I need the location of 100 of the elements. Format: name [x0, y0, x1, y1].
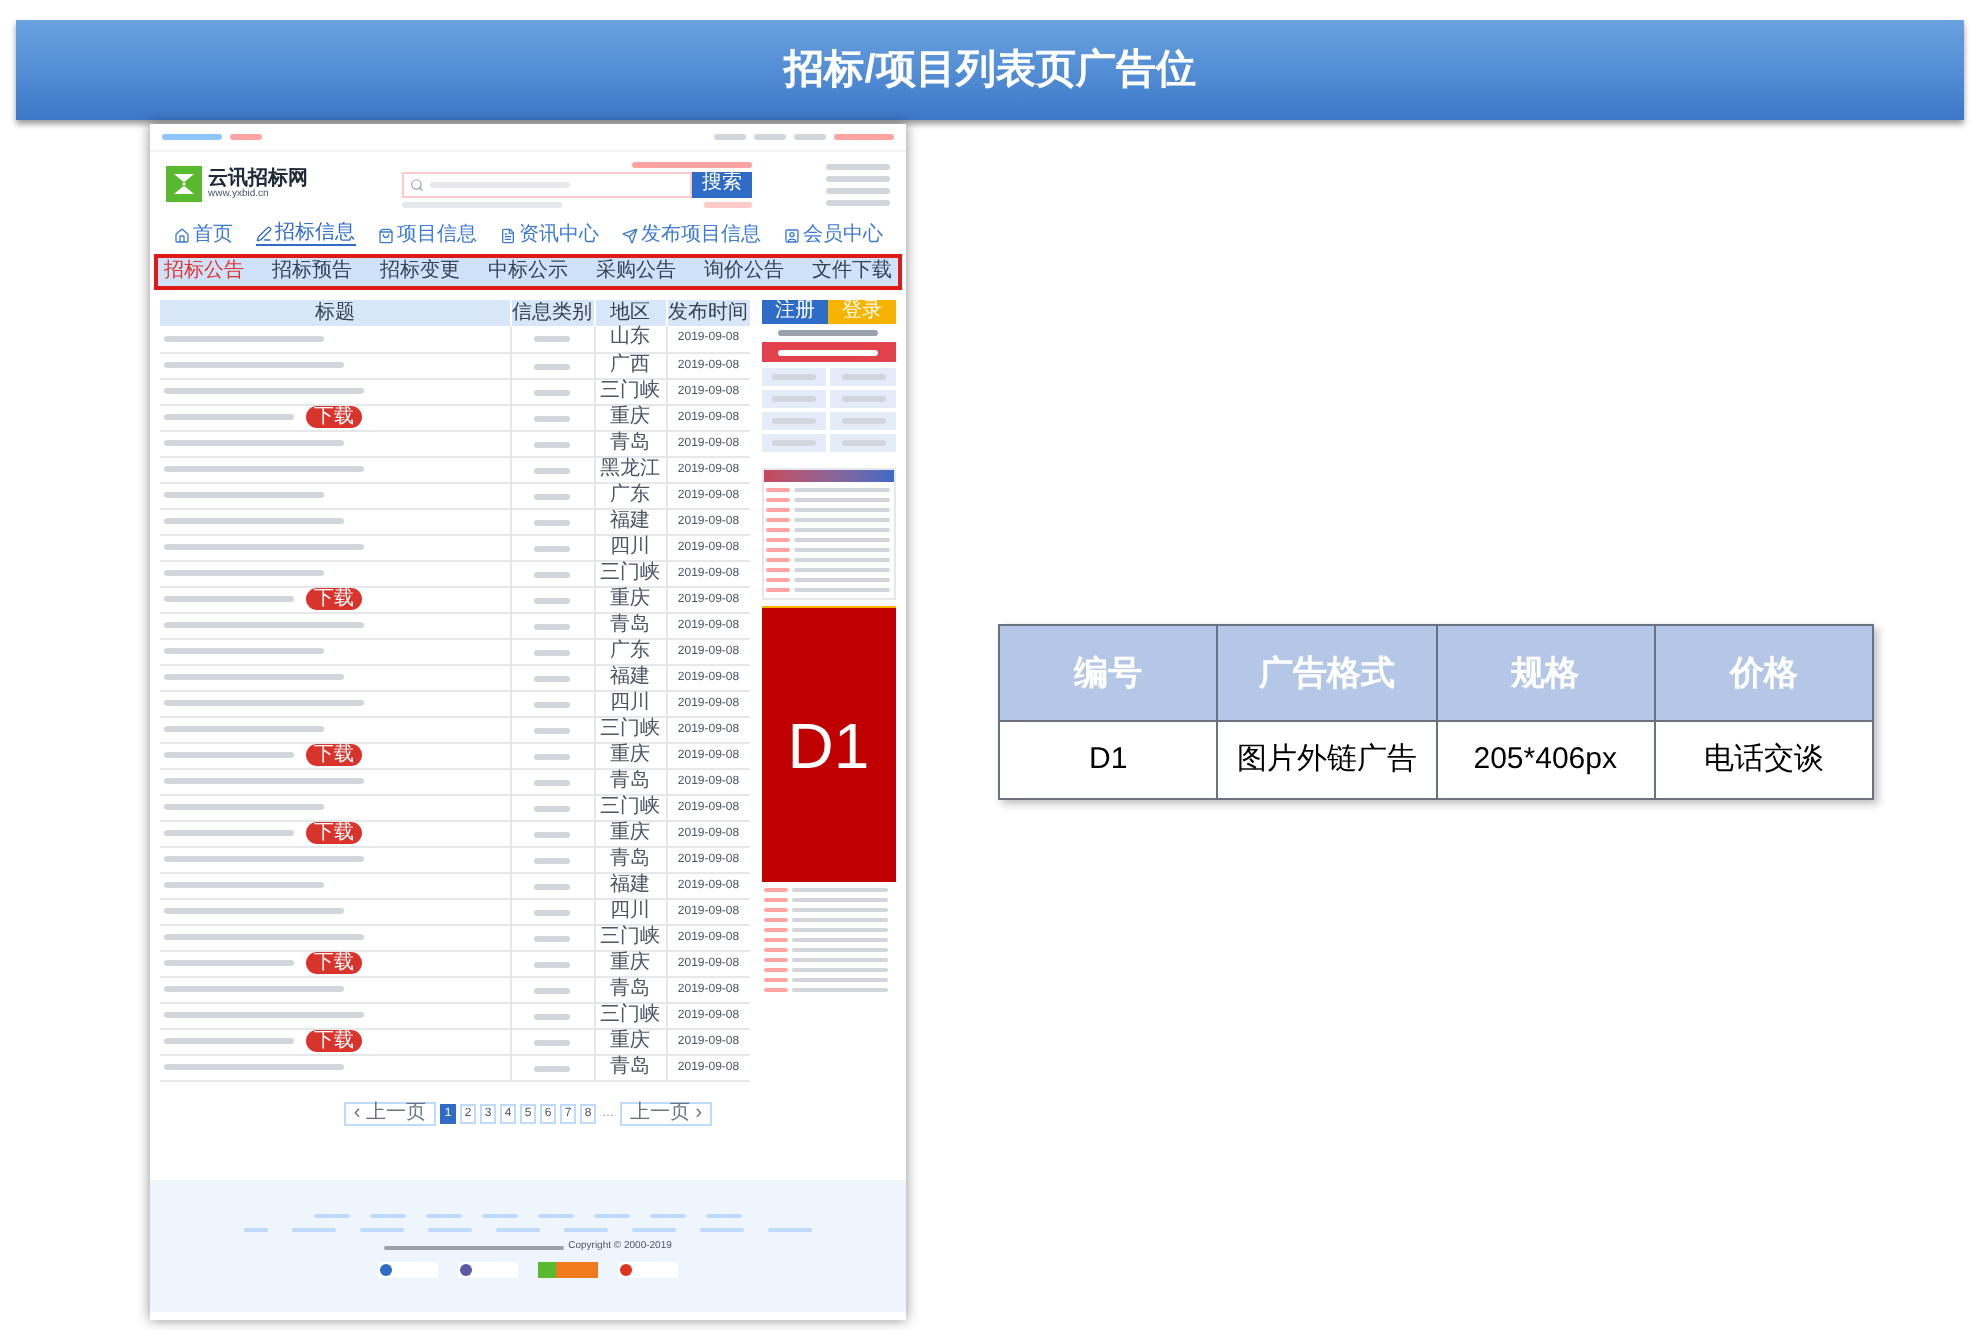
nav-link[interactable]: 发布项目信息 [621, 225, 761, 245]
text-line-drawing [791, 968, 887, 972]
table-cell: 青岛 [594, 976, 666, 1002]
text-line-drawing [791, 948, 887, 952]
badge-logo-icon [538, 1262, 598, 1278]
service-tile[interactable] [830, 434, 896, 452]
text-line-drawing [314, 1214, 350, 1218]
text-line-drawing [791, 928, 887, 932]
table-cell: 三门峡 [594, 924, 666, 950]
text-line-drawing [496, 1228, 540, 1232]
text-line-drawing [164, 596, 294, 602]
text-line-drawing [763, 978, 787, 982]
nav-link[interactable]: 首页 [173, 225, 233, 245]
text-line-drawing [230, 134, 262, 140]
text-line-drawing [793, 508, 889, 512]
spec-cell: D1 [999, 721, 1218, 799]
subnav-link[interactable]: 询价公告 [704, 262, 784, 282]
table-cell: 广西 [594, 352, 666, 378]
download-badge[interactable]: 下载 [306, 406, 362, 428]
text-line-drawing [765, 488, 789, 492]
subnav-link[interactable]: 文件下载 [812, 262, 892, 282]
nav-link[interactable]: 资讯中心 [499, 225, 599, 245]
text-line-drawing [164, 752, 294, 758]
text-line-drawing [763, 958, 787, 962]
download-badge[interactable]: 下载 [306, 588, 362, 610]
service-tile[interactable] [761, 368, 827, 386]
text-line-drawing [482, 1214, 518, 1218]
text-line-drawing [791, 978, 887, 982]
search-button[interactable]: 搜索 [692, 171, 752, 197]
text-line-drawing [793, 528, 889, 532]
nav-link[interactable]: 项目信息 [377, 225, 477, 245]
search-field[interactable] [402, 171, 692, 197]
text-line-drawing [292, 1228, 336, 1232]
table-cell: 广东 [594, 638, 666, 664]
text-line-drawing [164, 1038, 294, 1044]
ad-slot-label: D1 [787, 713, 870, 777]
nav-icon [255, 226, 271, 242]
text-line-drawing [704, 201, 752, 207]
text-line-drawing [834, 134, 894, 140]
subnav-link[interactable]: 招标变更 [380, 262, 460, 282]
nav-link[interactable]: 招标信息 [255, 224, 355, 246]
download-badge[interactable]: 下载 [306, 822, 362, 844]
register-button[interactable]: 注册 [761, 300, 829, 324]
text-line-drawing [793, 548, 889, 552]
text-line-drawing [534, 336, 570, 343]
subnav-link[interactable]: 中标公示 [488, 262, 568, 282]
text-line-drawing [534, 961, 570, 967]
service-tile[interactable] [830, 390, 896, 408]
subnav-link[interactable]: 招标预告 [272, 262, 352, 282]
text-line-drawing [244, 1228, 268, 1232]
badge-logo-icon [458, 1262, 518, 1278]
download-badge[interactable]: 下载 [306, 744, 362, 766]
service-tile[interactable] [761, 412, 827, 430]
text-line-drawing [632, 1228, 676, 1232]
nav-link[interactable]: 会员中心 [783, 225, 883, 245]
column-header: 信息类别 [510, 300, 594, 326]
text-line-drawing [763, 888, 787, 892]
text-line-drawing [534, 441, 570, 447]
table-cell: 三门峡 [594, 794, 666, 820]
table-cell: 重庆 [594, 950, 666, 976]
service-tile[interactable] [830, 368, 896, 386]
badge-logo-icon [378, 1262, 438, 1278]
text-line-drawing [534, 1039, 570, 1045]
text-line-drawing [534, 857, 570, 863]
text-line-drawing [164, 960, 294, 966]
text-line-drawing [534, 571, 570, 577]
next-page-button[interactable]: 上一页 › [620, 1101, 713, 1125]
nav-icon [621, 227, 637, 243]
text-line-drawing [793, 588, 889, 592]
text-line-drawing [793, 568, 889, 572]
text-line-drawing [534, 935, 570, 941]
prev-page-button[interactable]: ‹ 上一页 [343, 1101, 436, 1125]
subnav-link[interactable]: 招标公告 [164, 262, 244, 282]
text-line-drawing [594, 1214, 630, 1218]
nav-icon [499, 227, 515, 243]
text-line-drawing [534, 389, 570, 395]
text-line-drawing [793, 498, 889, 502]
table-cell: 重庆 [594, 404, 666, 430]
spec-column-header: 广告格式 [1217, 625, 1436, 721]
nav-icon [377, 227, 393, 243]
table-cell: 三门峡 [594, 378, 666, 404]
download-badge[interactable]: 下载 [306, 952, 362, 974]
text-line-drawing [650, 1214, 686, 1218]
text-line-drawing [534, 1013, 570, 1019]
text-line-drawing [791, 938, 887, 942]
download-badge[interactable]: 下载 [306, 1030, 362, 1052]
text-line-drawing [700, 1228, 744, 1232]
text-line-drawing [534, 519, 570, 525]
text-line-drawing [765, 508, 789, 512]
service-tile[interactable] [761, 390, 827, 408]
text-line-drawing [794, 134, 826, 140]
text-line-drawing [765, 558, 789, 562]
subnav-link[interactable]: 采购公告 [596, 262, 676, 282]
service-tile[interactable] [761, 434, 827, 452]
column-header: 发布时间 [666, 300, 750, 326]
service-tile[interactable] [830, 412, 896, 430]
table-cell: 福建 [594, 872, 666, 898]
text-line-drawing [765, 498, 789, 502]
table-cell: 三门峡 [594, 716, 666, 742]
text-line-drawing [632, 161, 752, 167]
